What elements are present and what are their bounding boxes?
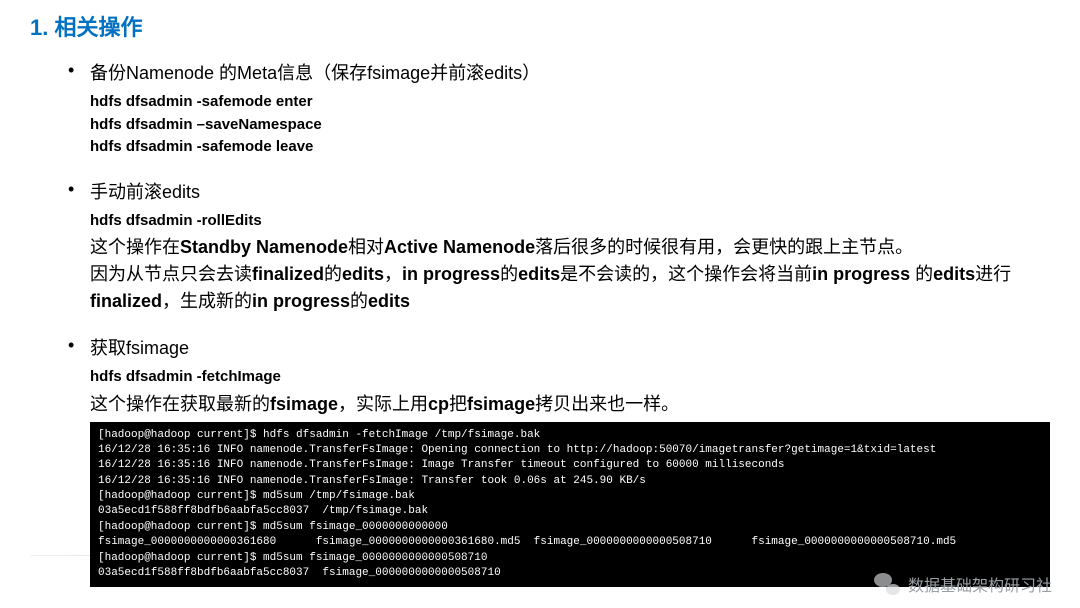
terminal-output: [hadoop@hadoop current]$ hdfs dfsadmin -… <box>90 422 1050 588</box>
cmd-block: hdfs dfsadmin -fetchImage <box>90 366 1050 389</box>
op-heading: 手动前滚edits <box>90 179 1050 206</box>
op-explain: 这个操作在Standby Namenode相对Active Namenode落后… <box>90 234 1050 315</box>
cmd-block: hdfs dfsadmin -safemode enter hdfs dfsad… <box>90 91 1050 159</box>
cmd-line: hdfs dfsadmin -rollEdits <box>90 210 1050 233</box>
op-fetch-image: 获取fsimage hdfs dfsadmin -fetchImage 这个操作… <box>90 335 1050 587</box>
wechat-icon <box>874 573 900 595</box>
cmd-block: hdfs dfsadmin -rollEdits <box>90 210 1050 233</box>
cmd-line: hdfs dfsadmin -safemode enter <box>90 91 1050 114</box>
cmd-line: hdfs dfsadmin -fetchImage <box>90 366 1050 389</box>
op-roll-edits: 手动前滚edits hdfs dfsadmin -rollEdits 这个操作在… <box>90 179 1050 316</box>
op-heading: 备份Namenode 的Meta信息（保存fsimage并前滚edits） <box>90 60 1050 87</box>
divider <box>30 555 1050 556</box>
operations-list: 备份Namenode 的Meta信息（保存fsimage并前滚edits） hd… <box>30 60 1050 587</box>
op-explain: 这个操作在获取最新的fsimage，实际上用cp把fsimage拷贝出来也一样。 <box>90 391 1050 418</box>
op-heading: 获取fsimage <box>90 335 1050 362</box>
cmd-line: hdfs dfsadmin –saveNamespace <box>90 114 1050 137</box>
footer-brand: 数据基础架构研习社 <box>874 572 1052 596</box>
section-title: 1. 相关操作 <box>30 10 1050 42</box>
brand-text: 数据基础架构研习社 <box>908 572 1052 596</box>
cmd-line: hdfs dfsadmin -safemode leave <box>90 136 1050 159</box>
op-backup-meta: 备份Namenode 的Meta信息（保存fsimage并前滚edits） hd… <box>90 60 1050 159</box>
